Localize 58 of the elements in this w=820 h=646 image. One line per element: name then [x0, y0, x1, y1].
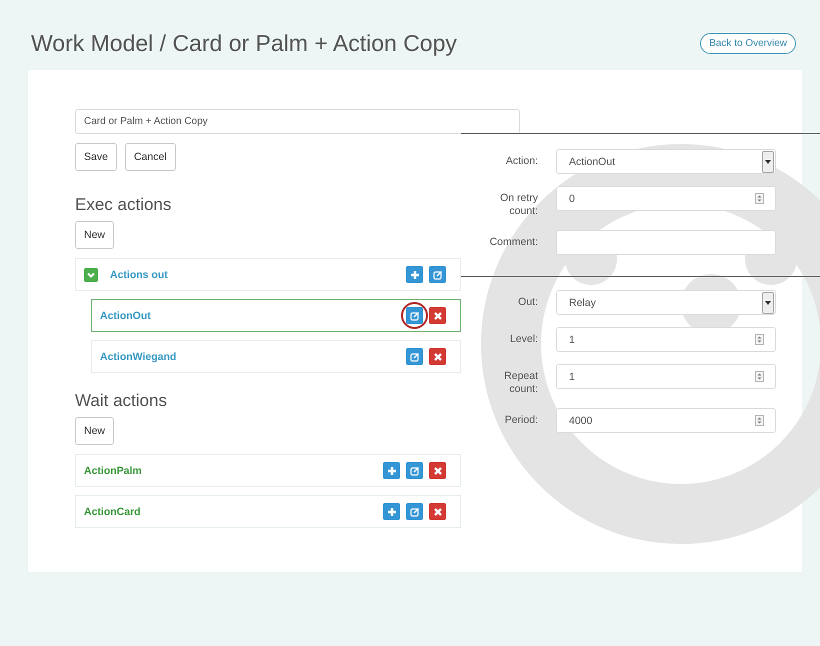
form-button[interactable]: Cancel	[124, 143, 176, 171]
edit-icon	[432, 270, 442, 280]
close-icon	[432, 466, 442, 476]
edit-button[interactable]	[406, 348, 423, 365]
field-label: Period:	[504, 413, 538, 427]
text-field[interactable]	[556, 230, 776, 255]
add-button[interactable]	[406, 266, 423, 283]
name-field[interactable]: Card or Palm + Action Copy	[75, 109, 520, 134]
plus-icon	[386, 506, 396, 516]
field-label: Level:	[508, 332, 538, 346]
form-button[interactable]: Save	[75, 143, 117, 171]
edit-icon	[410, 466, 420, 476]
number-field[interactable]: 1	[556, 327, 776, 352]
number-field[interactable]: 0	[556, 186, 776, 211]
field-label: Action:	[504, 154, 538, 168]
action-row[interactable]: ActionCard	[75, 495, 461, 528]
caret-icon[interactable]	[762, 150, 774, 172]
section-heading: Wait actions	[75, 391, 168, 411]
add-button[interactable]	[383, 462, 400, 479]
action-name[interactable]: ActionCard	[84, 506, 141, 518]
edit-button[interactable]	[429, 266, 446, 283]
number-field[interactable]: 4000	[556, 408, 776, 433]
plus-icon	[410, 270, 420, 280]
new-button[interactable]: New	[75, 417, 114, 445]
delete-button[interactable]	[429, 307, 446, 324]
number-field[interactable]: 1	[556, 364, 776, 389]
back-to-overview-button[interactable]: Back to Overview	[700, 32, 796, 54]
delete-button[interactable]	[429, 462, 446, 479]
action-row[interactable]: ActionPalm	[75, 454, 461, 487]
new-button[interactable]: New	[75, 221, 114, 249]
delete-button[interactable]	[429, 503, 446, 520]
caret-icon[interactable]	[762, 292, 774, 314]
edit-icon	[410, 506, 420, 516]
spinner-icon[interactable]	[755, 334, 764, 345]
page-title: Work Model / Card or Palm + Action Copy	[31, 30, 457, 56]
add-button[interactable]	[383, 503, 400, 520]
dropdown[interactable]: Relay	[556, 290, 776, 315]
field-label: Repeat count:	[503, 369, 538, 396]
close-icon	[432, 352, 442, 362]
plus-icon	[386, 466, 396, 476]
delete-button[interactable]	[429, 348, 446, 365]
close-icon	[432, 310, 442, 320]
field-label: On retry count:	[499, 191, 538, 218]
edit-button[interactable]	[406, 462, 423, 479]
edit-icon	[410, 352, 420, 362]
edit-button[interactable]	[406, 307, 423, 324]
edit-button[interactable]	[406, 503, 423, 520]
spinner-icon[interactable]	[755, 415, 764, 426]
section-heading: Exec actions	[75, 195, 172, 215]
dropdown[interactable]: ActionOut	[556, 149, 776, 174]
close-icon	[432, 506, 442, 516]
chevron-icon[interactable]	[84, 268, 98, 282]
spinner-icon[interactable]	[755, 193, 764, 204]
field-label: Out:	[517, 295, 538, 309]
field-label: Comment:	[488, 235, 538, 249]
edit-icon	[410, 310, 420, 320]
spinner-icon[interactable]	[755, 371, 764, 382]
action-name[interactable]: ActionPalm	[84, 464, 142, 476]
